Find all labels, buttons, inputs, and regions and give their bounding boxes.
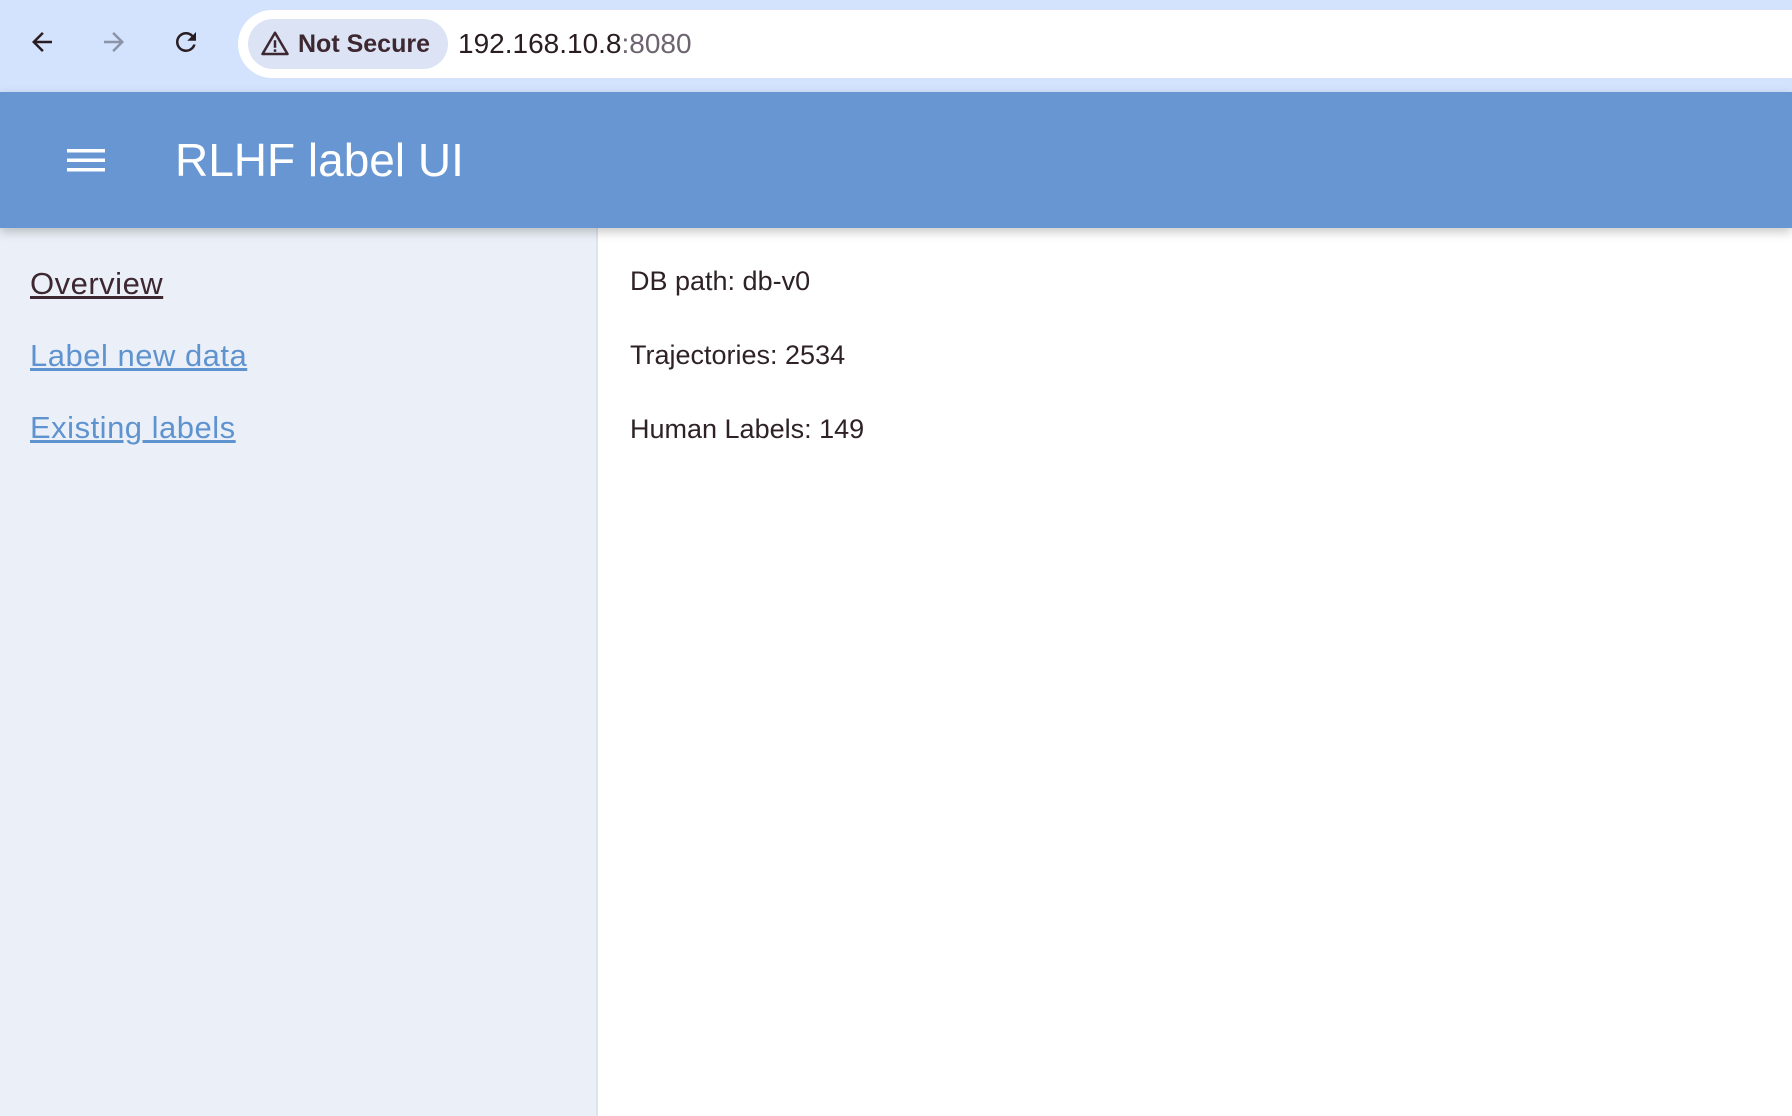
main-content: DB path: db-v0 Trajectories: 2534 Human … bbox=[598, 228, 1792, 1116]
arrow-right-icon bbox=[104, 32, 124, 52]
reload-icon bbox=[175, 31, 196, 52]
human-labels-count: Human Labels: 149 bbox=[630, 414, 865, 444]
url-text[interactable]: 192.168.10.8:8080 bbox=[458, 10, 692, 78]
sidebar-item-existing-labels[interactable]: Existing labels bbox=[30, 410, 236, 446]
sidebar-item-overview[interactable]: Overview bbox=[30, 266, 163, 302]
forward-button[interactable] bbox=[92, 20, 136, 64]
arrow-left-icon bbox=[32, 32, 52, 52]
security-label: Not Secure bbox=[298, 29, 430, 58]
trajectories-count: Trajectories: 2534 bbox=[630, 340, 846, 370]
db-path-text: DB path: db-v0 bbox=[630, 266, 811, 296]
warning-triangle-icon bbox=[261, 31, 289, 56]
url-port: :8080 bbox=[621, 28, 692, 59]
browser-toolbar: Not Secure 192.168.10.8:8080 bbox=[0, 0, 1792, 92]
reload-button[interactable] bbox=[164, 20, 208, 64]
hamburger-menu-icon bbox=[67, 149, 105, 172]
url-host: 192.168.10.8 bbox=[458, 28, 622, 59]
security-indicator[interactable]: Not Secure bbox=[248, 19, 448, 69]
sidebar-item-label-new-data[interactable]: Label new data bbox=[30, 338, 247, 374]
app-title: RLHF label UI bbox=[175, 134, 464, 186]
address-bar[interactable]: Not Secure 192.168.10.8:8080 bbox=[238, 10, 1792, 78]
app-header: RLHF label UI bbox=[0, 92, 1792, 228]
menu-button[interactable] bbox=[56, 132, 116, 188]
sidebar: Overview Label new data Existing labels bbox=[0, 228, 598, 1116]
back-button[interactable] bbox=[20, 20, 64, 64]
